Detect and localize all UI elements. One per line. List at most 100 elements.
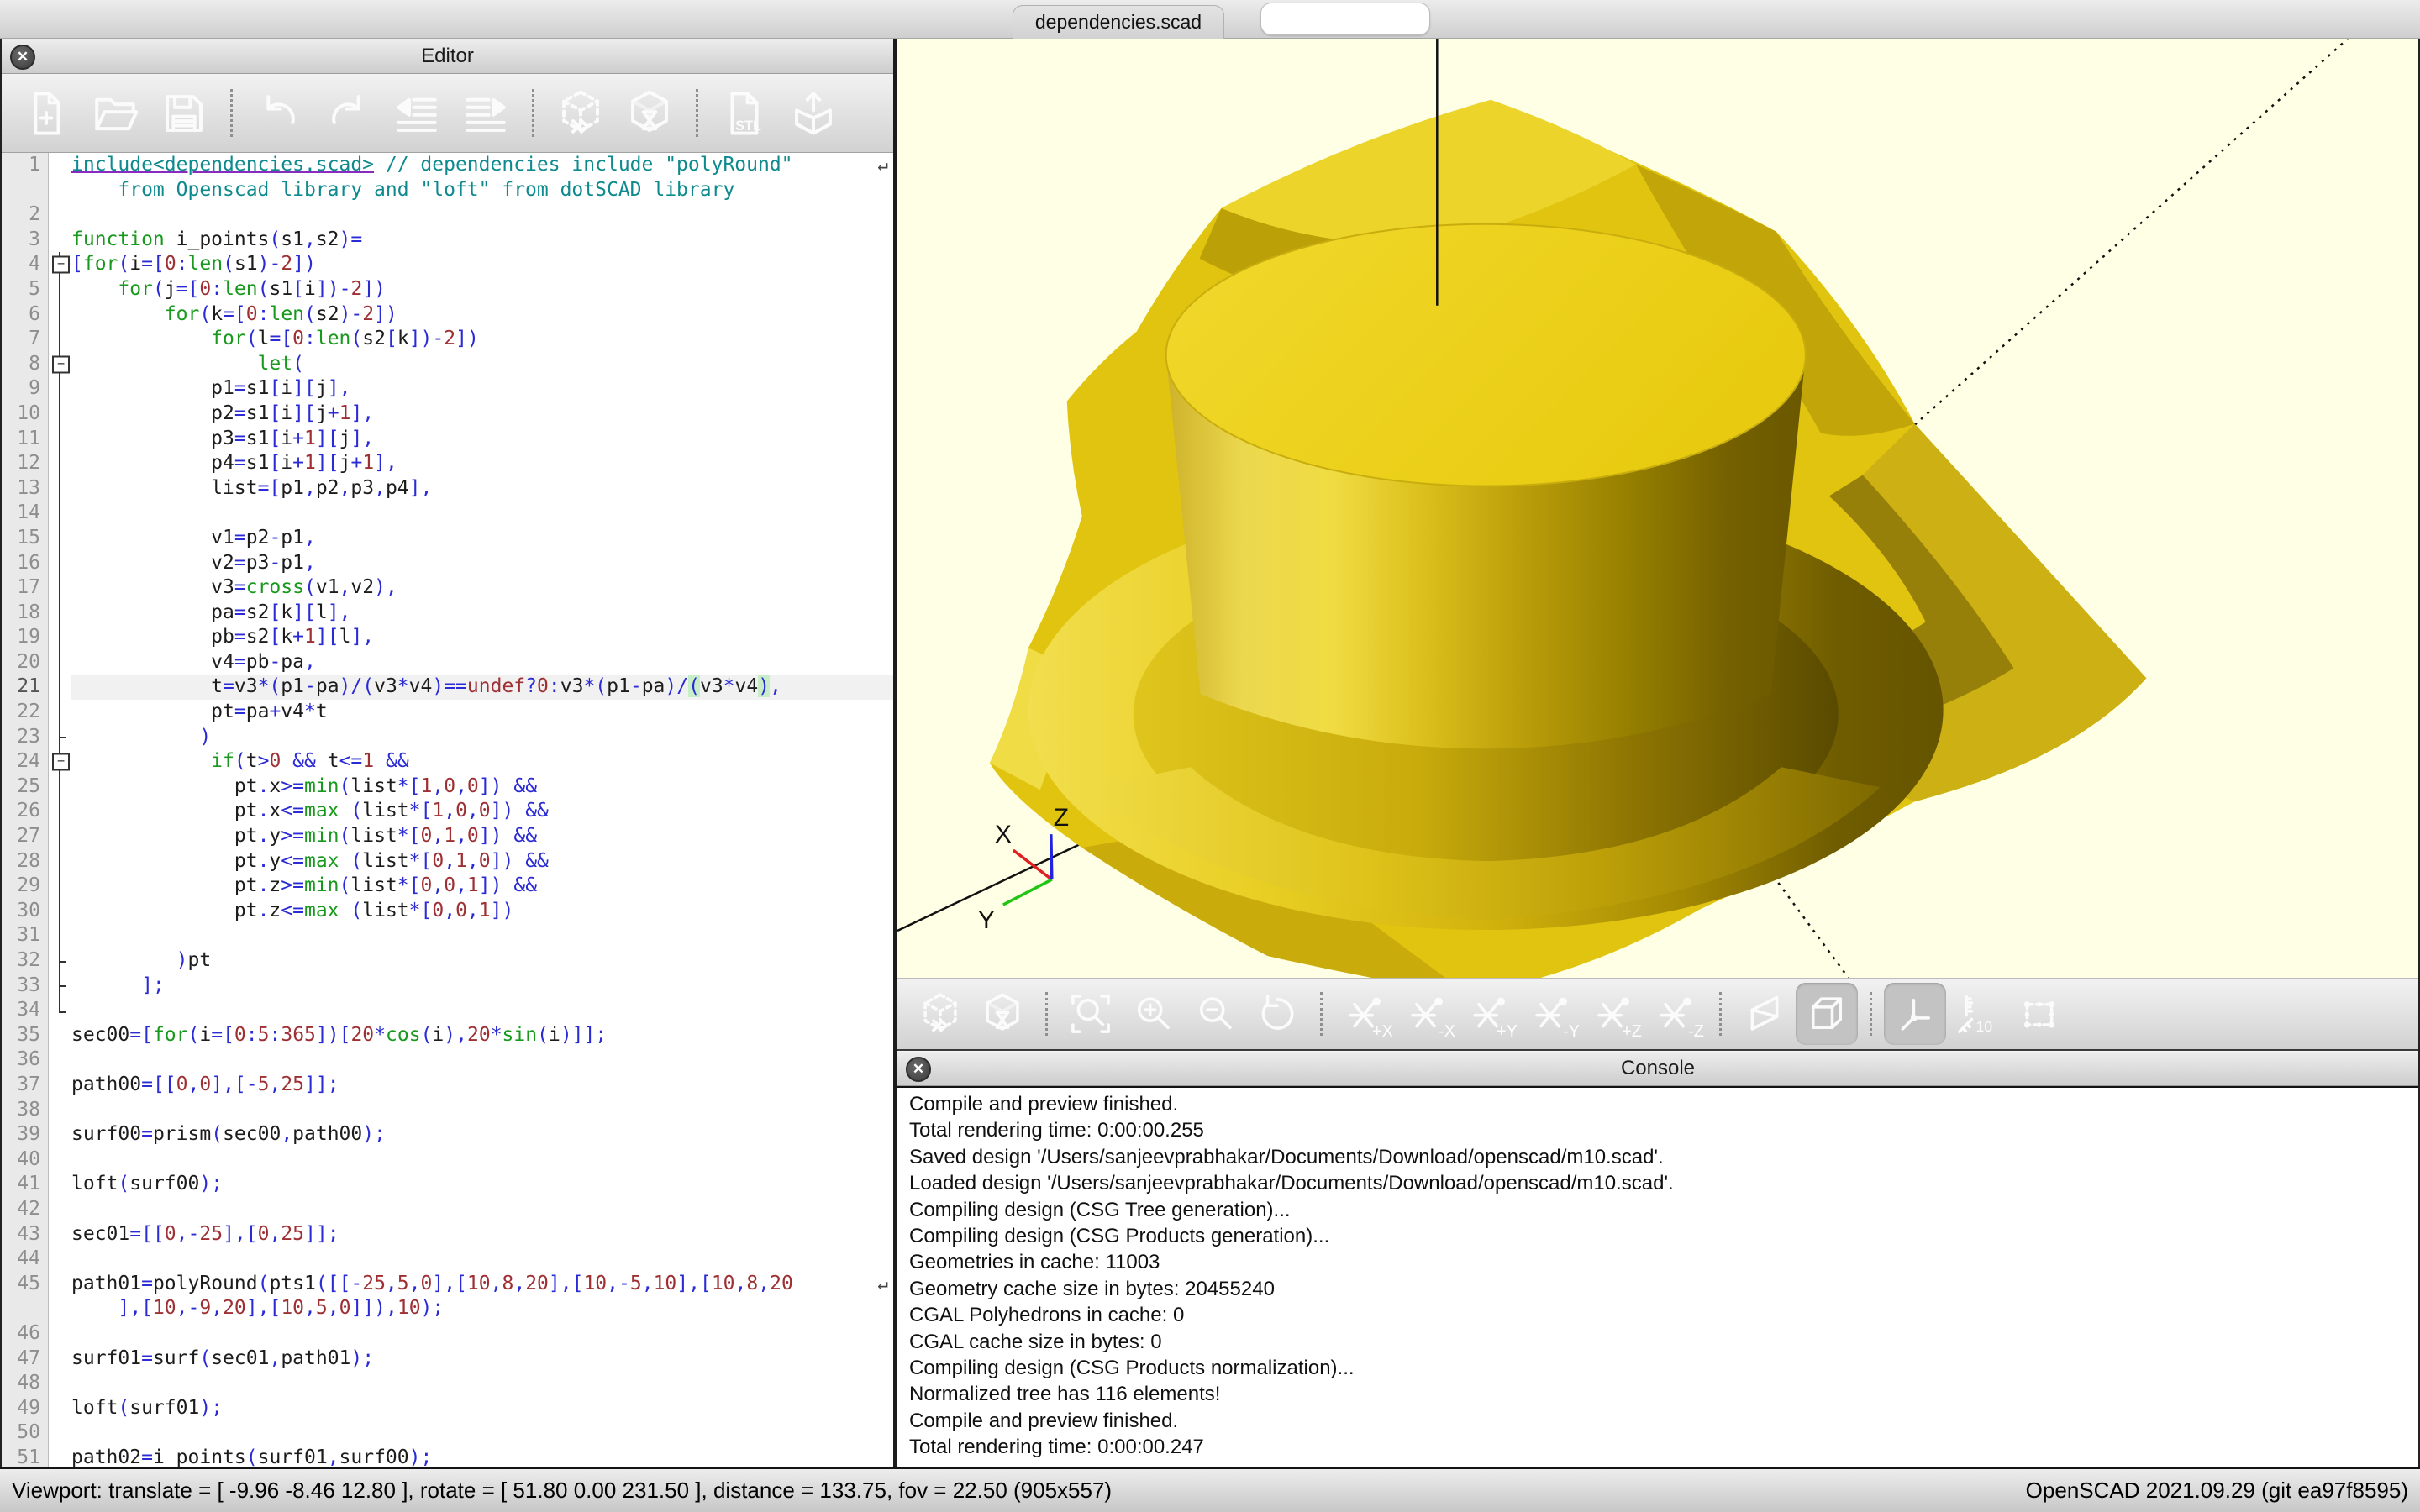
- code-row[interactable]: 7 for(l=[0:len(s2[k])-2]): [2, 327, 893, 352]
- code-row[interactable]: 31: [2, 923, 893, 948]
- code-row[interactable]: 44: [2, 1247, 893, 1272]
- show-scale-button[interactable]: [1946, 983, 2008, 1045]
- indent-button[interactable]: [451, 81, 520, 146]
- code-row[interactable]: 1include<dependencies.scad> // dependenc…: [2, 153, 893, 178]
- axis-label-x: X: [995, 821, 1012, 848]
- show-edges-button[interactable]: [2008, 983, 2070, 1045]
- new-file-button[interactable]: [12, 81, 81, 146]
- code-row[interactable]: 41loft(surf00);: [2, 1172, 893, 1197]
- code-row[interactable]: 2: [2, 202, 893, 228]
- code-row[interactable]: 8 let(: [2, 352, 893, 377]
- 3d-viewport[interactable]: X Y Z: [897, 39, 2418, 978]
- code-row[interactable]: 24 if(t>0 && t<=1 &&: [2, 749, 893, 774]
- code-row[interactable]: 23 ): [2, 725, 893, 750]
- code-row[interactable]: 48: [2, 1371, 893, 1396]
- code-row[interactable]: 50: [2, 1420, 893, 1446]
- code-row[interactable]: 49loft(surf01);: [2, 1396, 893, 1421]
- view-minus-x-button[interactable]: -X: [1397, 983, 1459, 1045]
- code-row[interactable]: 16 v2=p3-p1,: [2, 551, 893, 576]
- code-row[interactable]: 22 pt=pa+v4*t: [2, 700, 893, 725]
- editor-close-icon[interactable]: ✕: [10, 45, 35, 70]
- code-row[interactable]: 42: [2, 1197, 893, 1222]
- code-row[interactable]: 17 v3=cross(v1,v2),: [2, 575, 893, 601]
- vp-preview-button[interactable]: [909, 983, 971, 1045]
- zoom-out-button[interactable]: [1184, 983, 1246, 1045]
- fold-toggle-icon[interactable]: [49, 352, 71, 377]
- code-row[interactable]: 11 p3=s1[i+1][j],: [2, 427, 893, 452]
- code-row[interactable]: 51path02=i_points(surf01,surf00);: [2, 1446, 893, 1467]
- code-row[interactable]: 27 pt.y>=min(list*[0,1,0]) &&: [2, 824, 893, 849]
- code-row[interactable]: 43sec01=[[0,-25],[0,25]];: [2, 1222, 893, 1247]
- code-row[interactable]: 10 p2=s1[i][j+1],: [2, 402, 893, 427]
- code-row[interactable]: 4[for(i=[0:len(s1)-2]): [2, 252, 893, 277]
- show-axes-button[interactable]: [1884, 983, 1946, 1045]
- preview-button[interactable]: [546, 81, 615, 146]
- reset-view-button[interactable]: [1246, 983, 1308, 1045]
- code-editor[interactable]: 1include<dependencies.scad> // dependenc…: [2, 153, 893, 1467]
- code-row[interactable]: 21 t=v3*(p1-pa)/(v3*v4)==undef?0:v3*(p1-…: [2, 675, 893, 700]
- zoom-all-button[interactable]: [1060, 983, 1122, 1045]
- code-row[interactable]: 35sec00=[for(i=[0:5:365])[20*cos(i),20*s…: [2, 1023, 893, 1048]
- zoom-in-button[interactable]: [1122, 983, 1184, 1045]
- code-row[interactable]: 36: [2, 1047, 893, 1073]
- code-row[interactable]: 5 for(j=[0:len(s1[i])-2]): [2, 277, 893, 302]
- view-plus-z-button[interactable]: +Z: [1583, 983, 1645, 1045]
- axis-view-label: -X: [1439, 1022, 1455, 1042]
- code-row[interactable]: 33 ];: [2, 974, 893, 999]
- redo-button[interactable]: [313, 81, 382, 146]
- code-row[interactable]: 18 pa=s2[k][l],: [2, 601, 893, 626]
- code-row[interactable]: 39surf00=prism(sec00,path00);: [2, 1122, 893, 1147]
- fold-toggle-icon[interactable]: [49, 749, 71, 774]
- window-tab-empty[interactable]: [1260, 3, 1430, 35]
- code-row[interactable]: 12 p4=s1[i+1][j+1],: [2, 451, 893, 476]
- export-3d-button[interactable]: [779, 81, 848, 146]
- perspective-button[interactable]: [1733, 983, 1796, 1045]
- code-row[interactable]: 20 v4=pb-pa,: [2, 650, 893, 675]
- code-text: if(t>0 && t<=1 &&: [71, 749, 893, 774]
- code-row[interactable]: 34: [2, 998, 893, 1023]
- view-plus-x-button[interactable]: +X: [1334, 983, 1397, 1045]
- code-row[interactable]: 46: [2, 1321, 893, 1347]
- console-close-icon[interactable]: ✕: [906, 1057, 931, 1082]
- console-line: Geometry cache size in bytes: 20455240: [909, 1276, 2418, 1302]
- preview-icon: [918, 992, 962, 1036]
- title-bar: dependencies.scad: [0, 0, 2420, 39]
- line-number: 27: [2, 824, 49, 849]
- code-row[interactable]: from Openscad library and "loft" from do…: [2, 178, 893, 203]
- code-row[interactable]: 6 for(k=[0:len(s2)-2]): [2, 302, 893, 328]
- view-minus-y-button[interactable]: -Y: [1521, 983, 1583, 1045]
- code-row[interactable]: 30 pt.z<=max (list*[0,0,1]): [2, 899, 893, 924]
- code-row[interactable]: 38: [2, 1098, 893, 1123]
- code-row[interactable]: 37path00=[[0,0],[-5,25]];: [2, 1073, 893, 1098]
- code-row[interactable]: 26 pt.x<=max (list*[1,0,0]) &&: [2, 799, 893, 824]
- save-file-button[interactable]: [150, 81, 218, 146]
- code-row[interactable]: 40: [2, 1147, 893, 1173]
- code-row[interactable]: 9 p1=s1[i][j],: [2, 376, 893, 402]
- code-row[interactable]: 19 pb=s2[k+1][l],: [2, 625, 893, 650]
- line-number: 33: [2, 974, 49, 999]
- code-row[interactable]: 29 pt.z>=min(list*[0,0,1]) &&: [2, 874, 893, 899]
- fold-toggle-icon[interactable]: [49, 252, 71, 277]
- code-row[interactable]: 25 pt.x>=min(list*[1,0,0]) &&: [2, 774, 893, 800]
- view-minus-z-button[interactable]: -Z: [1645, 983, 1707, 1045]
- code-row[interactable]: 13 list=[p1,p2,p3,p4],: [2, 476, 893, 501]
- unindent-button[interactable]: [382, 81, 451, 146]
- render-button[interactable]: [615, 81, 684, 146]
- open-file-button[interactable]: [81, 81, 150, 146]
- code-row[interactable]: 3function i_points(s1,s2)=: [2, 228, 893, 253]
- code-row[interactable]: 32 )pt: [2, 948, 893, 974]
- code-row[interactable]: 45path01=polyRound(pts1([[-25,5,0],[10,8…: [2, 1272, 893, 1297]
- code-row[interactable]: 15 v1=p2-p1,: [2, 526, 893, 551]
- console-log[interactable]: Compile and preview finished.Total rende…: [897, 1086, 2418, 1467]
- code-row[interactable]: 14: [2, 501, 893, 526]
- code-row[interactable]: 28 pt.y<=max (list*[0,1,0]) &&: [2, 849, 893, 874]
- view-plus-y-button[interactable]: +Y: [1459, 983, 1521, 1045]
- export-stl-button[interactable]: [710, 81, 779, 146]
- code-row[interactable]: ],[10,-9,20],[10,5,0]]),10);: [2, 1296, 893, 1321]
- orthographic-button[interactable]: [1796, 983, 1858, 1045]
- vp-render-button[interactable]: [971, 983, 1034, 1045]
- window-title-tab[interactable]: dependencies.scad: [1013, 5, 1224, 39]
- undo-button[interactable]: [245, 81, 313, 146]
- editor-header: ✕ Editor: [2, 39, 893, 74]
- code-row[interactable]: 47surf01=surf(sec01,path01);: [2, 1347, 893, 1372]
